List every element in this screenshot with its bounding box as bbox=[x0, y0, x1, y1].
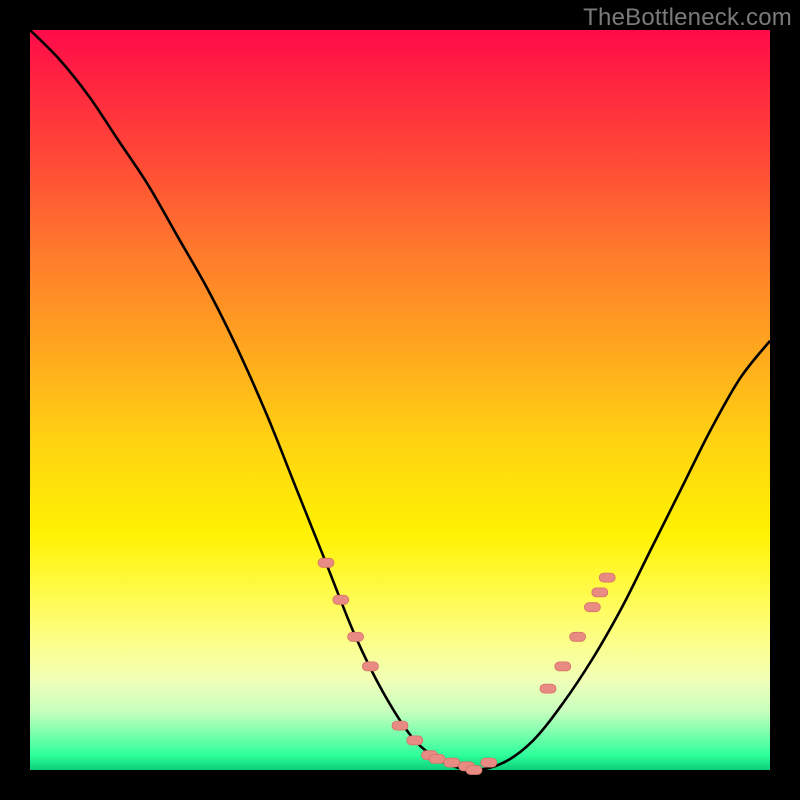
curve-marker bbox=[592, 588, 608, 597]
curve-marker bbox=[481, 758, 497, 767]
curve-marker bbox=[540, 684, 556, 693]
curve-marker bbox=[362, 662, 378, 671]
marker-group bbox=[318, 558, 615, 774]
plot-area bbox=[30, 30, 770, 770]
curve-marker bbox=[466, 766, 482, 775]
curve-marker bbox=[555, 662, 571, 671]
curve-marker bbox=[348, 632, 364, 641]
curve-marker bbox=[444, 758, 460, 767]
curve-marker bbox=[333, 595, 349, 604]
bottleneck-curve bbox=[30, 30, 770, 770]
curve-marker bbox=[407, 736, 423, 745]
curve-marker bbox=[599, 573, 615, 582]
curve-marker bbox=[584, 603, 600, 612]
curve-marker bbox=[570, 632, 586, 641]
curve-marker bbox=[392, 721, 408, 730]
curve-marker bbox=[429, 754, 445, 763]
curve-marker bbox=[318, 558, 334, 567]
watermark-text: TheBottleneck.com bbox=[583, 4, 792, 32]
chart-svg bbox=[30, 30, 770, 770]
chart-frame: TheBottleneck.com bbox=[0, 0, 800, 800]
